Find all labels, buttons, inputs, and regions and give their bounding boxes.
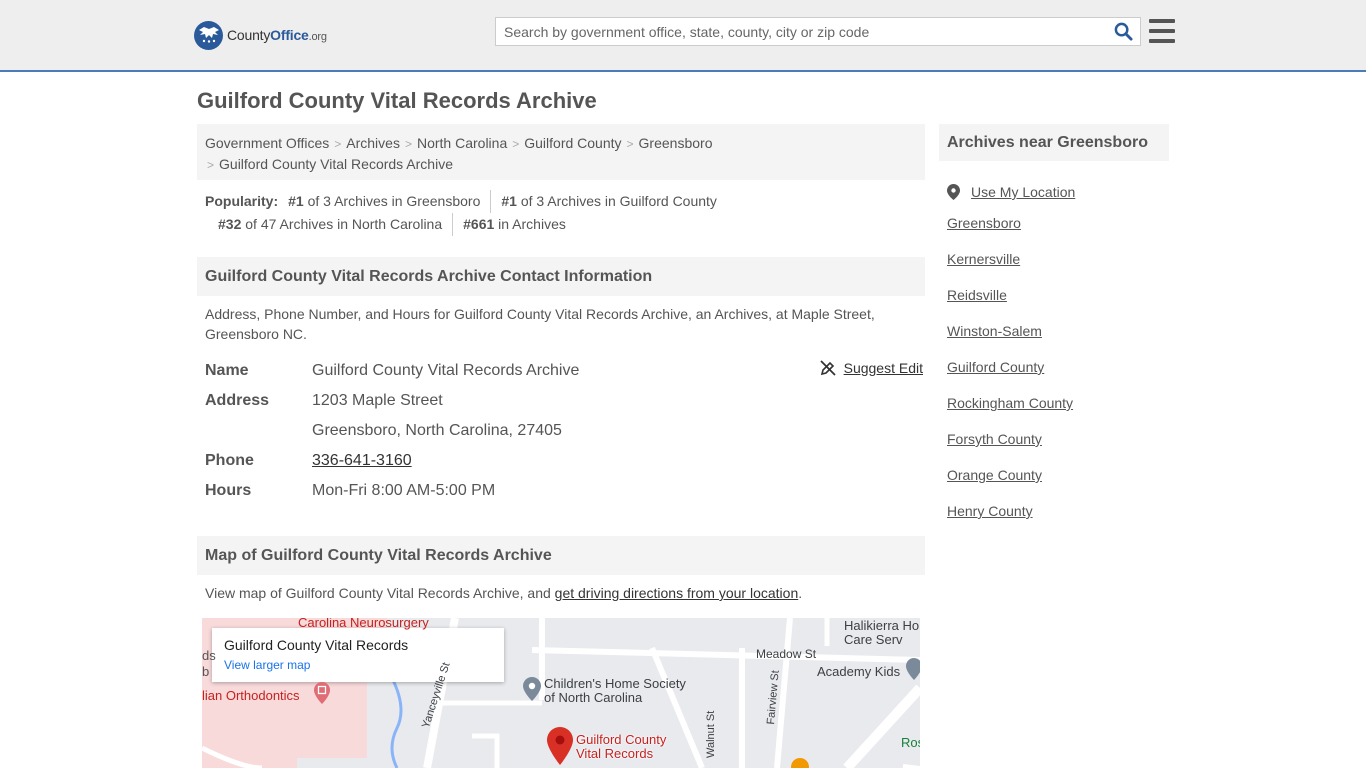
- breadcrumb-archives[interactable]: Archives: [346, 135, 400, 151]
- address-line2: Greensboro, North Carolina, 27405: [312, 422, 562, 439]
- site-header: CountyOffice.org: [0, 0, 1366, 72]
- map-info-card: Guilford County Vital Records View large…: [212, 628, 504, 682]
- search-icon: [1114, 22, 1133, 41]
- edit-off-icon: [819, 360, 836, 376]
- contact-description: Address, Phone Number, and Hours for Gui…: [205, 306, 875, 342]
- map-poi-label: Academy Kids: [817, 664, 901, 679]
- name-row: Name Guilford County Vital Records Archi…: [205, 356, 923, 386]
- map-poi-label: Ros: [901, 735, 920, 750]
- map-street-label: Meadow St: [756, 647, 817, 661]
- logo-wordmark: CountyOffice.org: [227, 27, 327, 43]
- popularity-stats: Popularity: #1 of 3 Archives in Greensbor…: [205, 190, 925, 236]
- breadcrumb-government-offices[interactable]: Government Offices: [205, 135, 329, 151]
- breadcrumb-current: Guilford County Vital Records Archive: [219, 156, 453, 172]
- breadcrumb: Government Offices > Archives > North Caroli…: [197, 124, 925, 180]
- search-bar: [495, 17, 1141, 46]
- sidebar-link-orange-county[interactable]: Orange County: [947, 462, 1167, 498]
- name-label: Name: [205, 362, 249, 379]
- breadcrumb-separator-icon: >: [334, 137, 342, 151]
- address-row-2: Greensboro, North Carolina, 27405: [205, 416, 923, 446]
- poi-pin-icon: [523, 677, 541, 701]
- map-card-title: Guilford County Vital Records: [224, 637, 409, 653]
- driving-directions-link[interactable]: get driving directions from your locatio…: [555, 585, 799, 601]
- breadcrumb-guilford-county[interactable]: Guilford County: [524, 135, 621, 151]
- popularity-item: #32 of 47 Archives in North Carolina: [208, 213, 454, 236]
- sidebar-link-rockingham-county[interactable]: Rockingham County: [947, 390, 1167, 426]
- hospital-pin-icon: [314, 682, 330, 704]
- sidebar-links: Use My Location Greensboro Kernersville …: [947, 174, 1167, 534]
- embedded-map[interactable]: Guilford County Vital Records View large…: [202, 618, 920, 768]
- breadcrumb-greensboro[interactable]: Greensboro: [639, 135, 713, 151]
- sidebar-link-henry-county[interactable]: Henry County: [947, 498, 1167, 534]
- contact-section-heading: Guilford County Vital Records Archive Co…: [197, 257, 925, 296]
- use-my-location-link[interactable]: Use My Location: [947, 174, 1167, 210]
- address-row: Address 1203 Maple Street: [205, 386, 923, 416]
- sidebar-link-reidsville[interactable]: Reidsville: [947, 282, 1167, 318]
- page-title: Guilford County Vital Records Archive: [197, 88, 597, 113]
- sidebar-link-forsyth-county[interactable]: Forsyth County: [947, 426, 1167, 462]
- sidebar-link-guilford-county[interactable]: Guilford County: [947, 354, 1167, 390]
- phone-label: Phone: [205, 452, 254, 469]
- hamburger-menu-icon[interactable]: [1149, 19, 1175, 43]
- hours-value: Mon-Fri 8:00 AM-5:00 PM: [312, 482, 496, 499]
- name-value: Guilford County Vital Records Archive: [312, 362, 580, 379]
- map-description: View map of Guilford County Vital Record…: [205, 585, 803, 601]
- sidebar-link-greensboro[interactable]: Greensboro: [947, 210, 1167, 246]
- suggest-edit-link[interactable]: Suggest Edit: [819, 360, 923, 376]
- hours-label: Hours: [205, 482, 252, 499]
- search-button[interactable]: [1106, 18, 1140, 45]
- hours-row: Hours Mon-Fri 8:00 AM-5:00 PM: [205, 476, 923, 506]
- breadcrumb-separator-icon: >: [626, 137, 634, 151]
- pin-label: Guilford County Vital Records: [576, 732, 667, 761]
- popularity-item: #1 of 3 Archives in Greensboro: [278, 190, 492, 213]
- eagle-seal-icon: [194, 20, 223, 50]
- popularity-label: Popularity:: [205, 193, 279, 209]
- address-label: Address: [205, 392, 270, 409]
- map-poi-label: Carolina Neurosurgery: [298, 618, 429, 630]
- sidebar-link-kernersville[interactable]: Kernersville: [947, 246, 1167, 282]
- popularity-item: #1 of 3 Archives in Guilford County: [501, 193, 717, 209]
- sidebar-heading: Archives near Greensboro: [939, 124, 1169, 161]
- map-poi-label: Halikierra Ho Care Serv: [844, 618, 920, 647]
- map-poi-label: Children's Home Society of North Carolina: [544, 676, 686, 705]
- address-line1: 1203 Maple Street: [312, 392, 443, 409]
- map-marker-icon: [947, 184, 960, 200]
- search-input[interactable]: [496, 18, 1106, 45]
- contact-details: Suggest Edit Name Guilford County Vital …: [205, 356, 923, 506]
- phone-row: Phone 336-641-3160: [205, 446, 923, 476]
- site-logo[interactable]: CountyOffice.org: [194, 20, 327, 50]
- location-pin-icon[interactable]: [547, 727, 573, 765]
- breadcrumb-separator-icon: >: [207, 158, 215, 172]
- map-poi-label: b: [202, 664, 210, 679]
- breadcrumb-separator-icon: >: [404, 137, 412, 151]
- breadcrumb-north-carolina[interactable]: North Carolina: [417, 135, 507, 151]
- map-poi-label: ds: [202, 648, 216, 663]
- breadcrumb-separator-icon: >: [512, 137, 520, 151]
- map-poi-label: lian Orthodontics: [202, 688, 300, 703]
- popularity-item: #661 in Archives: [463, 216, 566, 232]
- map-street-label: Walnut St: [705, 710, 717, 758]
- map-section-heading: Map of Guilford County Vital Records Arc…: [197, 536, 925, 575]
- sidebar-link-winston-salem[interactable]: Winston-Salem: [947, 318, 1167, 354]
- poi-pin-icon: [906, 658, 920, 680]
- phone-link[interactable]: 336-641-3160: [312, 452, 412, 469]
